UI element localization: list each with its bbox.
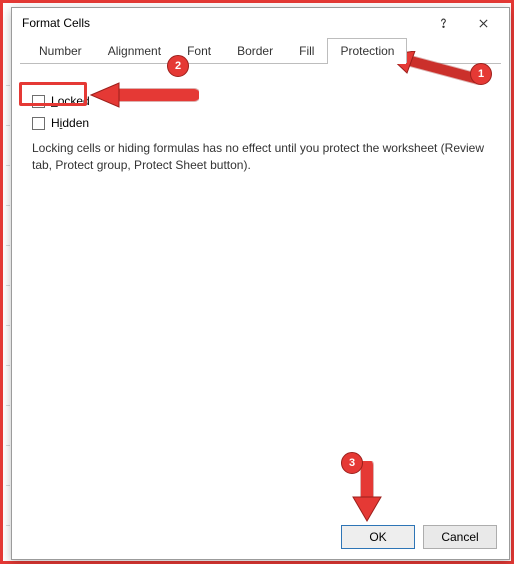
tab-label: Border	[237, 44, 273, 58]
protection-panel: Locked Hidden Locking cells or hiding fo…	[20, 66, 501, 513]
tab-strip: Number Alignment Font Border Fill Protec…	[20, 38, 501, 64]
dialog-title: Format Cells	[22, 16, 423, 30]
titlebar: Format Cells	[12, 8, 509, 38]
hidden-label: Hidden	[51, 116, 89, 130]
help-button[interactable]	[423, 9, 463, 37]
tab-border[interactable]: Border	[224, 38, 286, 63]
tab-label: Fill	[299, 44, 314, 58]
hidden-checkbox-row[interactable]: Hidden	[32, 116, 89, 130]
close-button[interactable]	[463, 9, 503, 37]
locked-checkbox-row[interactable]: Locked	[32, 94, 90, 108]
ok-label: OK	[369, 530, 386, 544]
background-sheet	[6, 85, 10, 555]
tabs: Number Alignment Font Border Fill Protec…	[26, 38, 407, 64]
tab-label: Protection	[340, 44, 394, 58]
protection-info-text: Locking cells or hiding formulas has no …	[32, 140, 489, 174]
annotation-outer-box: Format Cells Number Alignm	[0, 0, 514, 564]
format-cells-dialog: Format Cells Number Alignm	[11, 7, 510, 560]
tab-font[interactable]: Font	[174, 38, 224, 63]
tab-protection[interactable]: Protection	[327, 38, 407, 63]
checkbox-icon	[32, 117, 45, 130]
dialog-buttons: OK Cancel	[341, 525, 497, 549]
close-icon	[478, 18, 489, 29]
tab-label: Number	[39, 44, 82, 58]
tab-alignment[interactable]: Alignment	[95, 38, 174, 63]
tab-label: Alignment	[108, 44, 161, 58]
tab-label: Font	[187, 44, 211, 58]
ok-button[interactable]: OK	[341, 525, 415, 549]
tab-number[interactable]: Number	[26, 38, 95, 63]
tab-fill[interactable]: Fill	[286, 38, 327, 63]
locked-label: Locked	[51, 94, 90, 108]
cancel-button[interactable]: Cancel	[423, 525, 497, 549]
checkbox-icon	[32, 95, 45, 108]
cancel-label: Cancel	[441, 530, 478, 544]
help-icon	[438, 18, 449, 29]
